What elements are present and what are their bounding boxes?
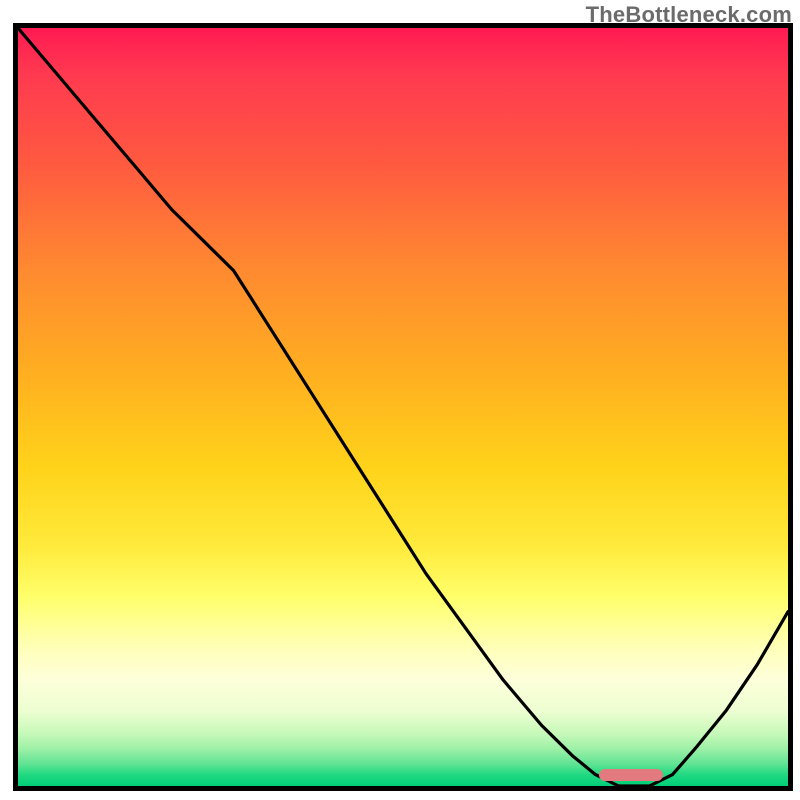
plot-area — [18, 28, 788, 786]
optimal-range-marker — [599, 769, 663, 781]
chart-container: TheBottleneck.com — [0, 0, 800, 800]
watermark-text: TheBottleneck.com — [586, 2, 792, 28]
curve-svg — [18, 28, 788, 786]
curve-path — [18, 28, 788, 786]
